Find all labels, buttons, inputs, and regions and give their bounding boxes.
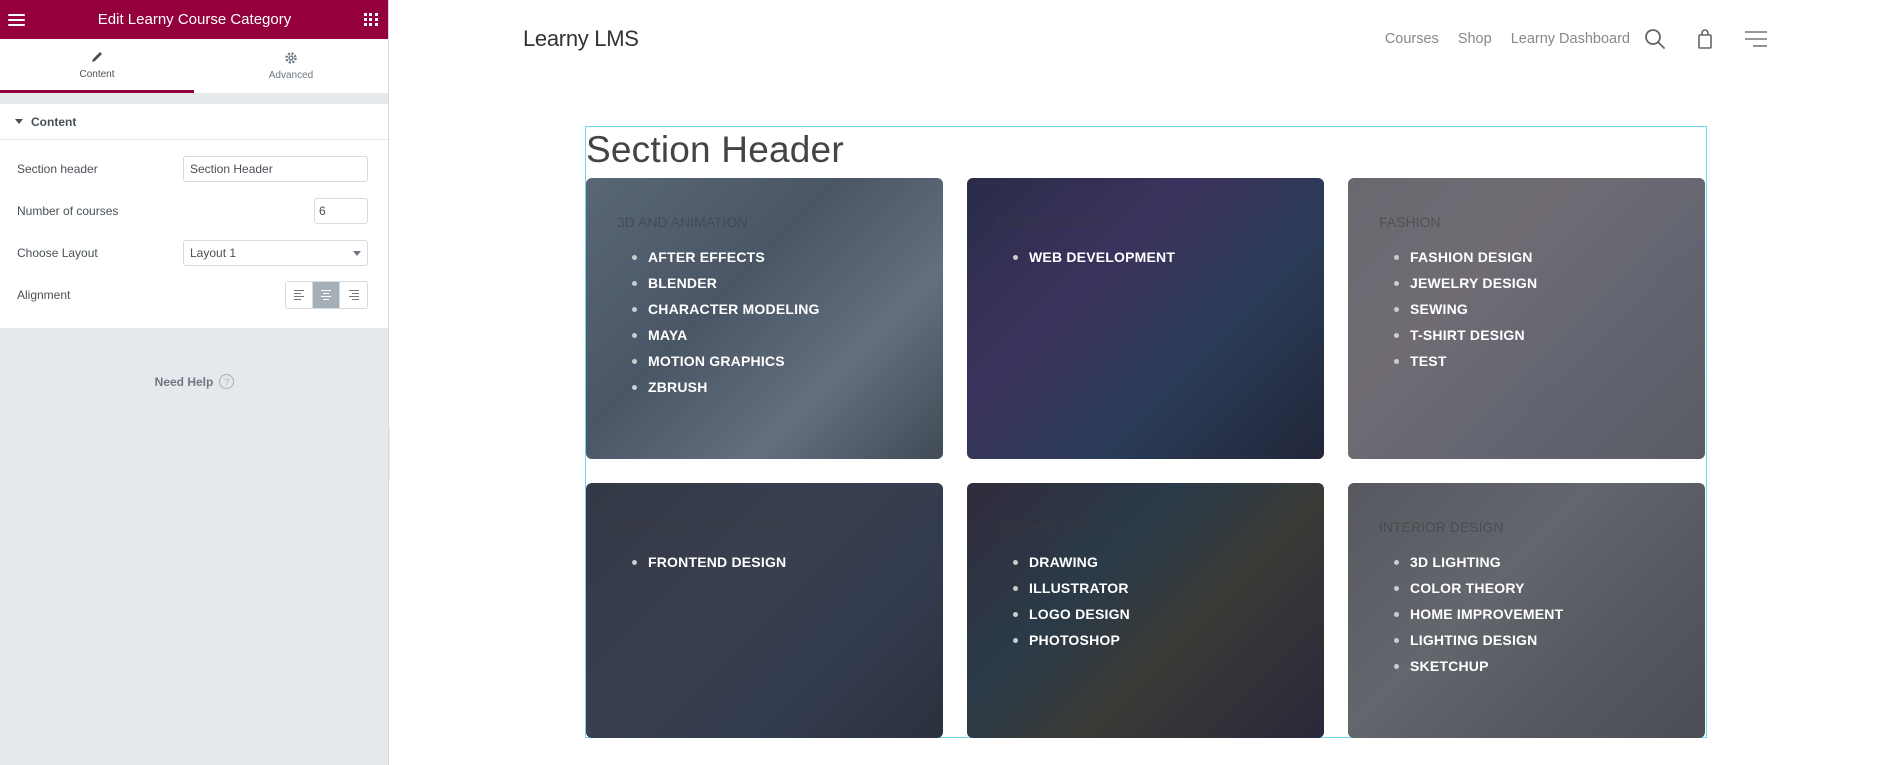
tab-advanced-label: Advanced (268, 70, 314, 81)
list-item[interactable]: LIGHTING DESIGN (1393, 627, 1563, 653)
panel-tabs: Content Advanced (0, 39, 388, 94)
section-header-input[interactable] (183, 156, 368, 182)
site-preview: Learny LMS Courses Shop Learny Dashboard… (390, 0, 1903, 765)
list-item[interactable]: PHOTOSHOP (1013, 627, 1130, 653)
list-item[interactable]: ILLUSTRATOR (1013, 575, 1130, 601)
category-title: Interior Design (1379, 519, 1504, 535)
list-item[interactable]: HOME IMPROVEMENT (1393, 601, 1563, 627)
section-header-control: Section header (0, 148, 388, 190)
list-item[interactable]: T-SHIRT DESIGN (1393, 322, 1537, 348)
category-title: Frontend Development (617, 519, 805, 535)
list-item[interactable]: AFTER EFFECTS (632, 244, 820, 270)
editor-panel: Edit Learny Course Category Content Adva… (0, 0, 389, 765)
list-item[interactable]: WEB DEVELOPMENT (1012, 244, 1175, 270)
list-item[interactable]: SEWING (1393, 296, 1537, 322)
list-item[interactable]: COLOR THEORY (1393, 575, 1563, 601)
panel-header: Edit Learny Course Category (0, 0, 388, 39)
alignment-control: Alignment (0, 274, 388, 316)
category-title: 3D and Animation (617, 214, 748, 230)
shopping-bag-icon[interactable] (1694, 28, 1716, 50)
tab-content[interactable]: Content (0, 39, 194, 93)
apps-grid-icon[interactable] (364, 12, 378, 27)
category-card-3d-animation[interactable]: 3D and Animation AFTER EFFECTS BLENDER C… (586, 178, 943, 459)
subcategory-list: WEB DEVELOPMENT (1012, 244, 1175, 270)
category-title: Development (998, 214, 1104, 230)
tab-advanced[interactable]: Advanced (194, 39, 388, 93)
category-card-frontend-development[interactable]: Frontend Development FRONTEND DESIGN (586, 483, 943, 738)
controls-section: Content Section header Number of courses… (0, 104, 388, 328)
number-of-courses-input[interactable] (314, 198, 368, 224)
list-item[interactable]: BLENDER (632, 270, 820, 296)
list-item[interactable]: JEWELRY DESIGN (1393, 270, 1537, 296)
category-card-graphic-design[interactable]: Graphic Design DRAWING ILLUSTRATOR LOGO … (967, 483, 1324, 738)
list-item[interactable]: ZBRUSH (632, 374, 820, 400)
gear-icon (285, 52, 297, 64)
tab-content-label: Content (79, 68, 115, 80)
choose-layout-control: Choose Layout Layout 1 (0, 232, 388, 274)
align-left-icon (294, 290, 304, 300)
align-center-button[interactable] (313, 282, 340, 308)
list-item[interactable]: CHARACTER MODELING (632, 296, 820, 322)
site-nav: Courses Shop Learny Dashboard (1366, 22, 1630, 56)
site-logo[interactable]: Learny LMS (523, 26, 639, 52)
search-icon[interactable] (1644, 28, 1666, 50)
category-title: Graphic Design (998, 519, 1120, 535)
choose-layout-label: Choose Layout (17, 246, 98, 260)
pencil-icon (92, 51, 102, 62)
section-label: Content (31, 114, 77, 129)
category-title: Fashion (1379, 214, 1441, 230)
list-item[interactable]: TEST (1393, 348, 1537, 374)
layout-select[interactable]: Layout 1 (183, 240, 368, 266)
nav-shop[interactable]: Shop (1458, 31, 1492, 47)
subcategory-list: FRONTEND DESIGN (631, 549, 786, 575)
list-item[interactable]: MAYA (632, 322, 820, 348)
subcategory-list: 3D LIGHTING COLOR THEORY HOME IMPROVEMEN… (1393, 549, 1563, 679)
list-item[interactable]: MOTION GRAPHICS (632, 348, 820, 374)
section-header-label: Section header (17, 162, 98, 176)
align-right-button[interactable] (340, 282, 367, 308)
menu-icon[interactable] (1744, 28, 1768, 50)
hamburger-menu-icon[interactable] (8, 13, 25, 26)
category-card-development[interactable]: Development WEB DEVELOPMENT (967, 178, 1324, 459)
subcategory-list: DRAWING ILLUSTRATOR LOGO DESIGN PHOTOSHO… (1013, 549, 1130, 653)
list-item[interactable]: LOGO DESIGN (1013, 601, 1130, 627)
caret-down-icon (15, 119, 23, 124)
list-item[interactable]: 3D LIGHTING (1393, 549, 1563, 575)
nav-learny-dashboard[interactable]: Learny Dashboard (1511, 31, 1630, 47)
section-header-title: Section Header (586, 129, 844, 170)
chevron-down-icon (353, 250, 361, 256)
number-of-courses-label: Number of courses (17, 204, 119, 218)
align-right-icon (348, 290, 359, 300)
list-item[interactable]: FASHION DESIGN (1393, 244, 1537, 270)
subcategory-list: FASHION DESIGN JEWELRY DESIGN SEWING T-S… (1393, 244, 1537, 374)
panel-title: Edit Learny Course Category (97, 11, 292, 28)
list-item[interactable]: SKETCHUP (1393, 653, 1563, 679)
align-center-icon (321, 290, 331, 300)
site-header: Learny LMS Courses Shop Learny Dashboard (523, 22, 1768, 56)
align-left-button[interactable] (286, 282, 313, 308)
layout-select-value: Layout 1 (190, 246, 237, 260)
subcategory-list: AFTER EFFECTS BLENDER CHARACTER MODELING… (632, 244, 820, 400)
number-of-courses-control: Number of courses (0, 190, 388, 232)
content-section-toggle[interactable]: Content (0, 104, 388, 140)
need-help-label: Need Help (154, 374, 214, 389)
alignment-buttons (285, 281, 368, 309)
nav-icons (1616, 22, 1768, 56)
course-category-widget[interactable]: Section Header 3D and Animation AFTER EF… (585, 126, 1707, 738)
category-card-interior-design[interactable]: Interior Design 3D LIGHTING COLOR THEORY… (1348, 483, 1705, 738)
nav-courses[interactable]: Courses (1385, 31, 1439, 47)
list-item[interactable]: FRONTEND DESIGN (631, 549, 786, 575)
alignment-label: Alignment (17, 288, 71, 302)
category-card-fashion[interactable]: Fashion FASHION DESIGN JEWELRY DESIGN SE… (1348, 178, 1705, 459)
need-help-link[interactable]: Need Help ? (0, 374, 389, 389)
list-item[interactable]: DRAWING (1013, 549, 1130, 575)
question-icon: ? (219, 374, 235, 389)
